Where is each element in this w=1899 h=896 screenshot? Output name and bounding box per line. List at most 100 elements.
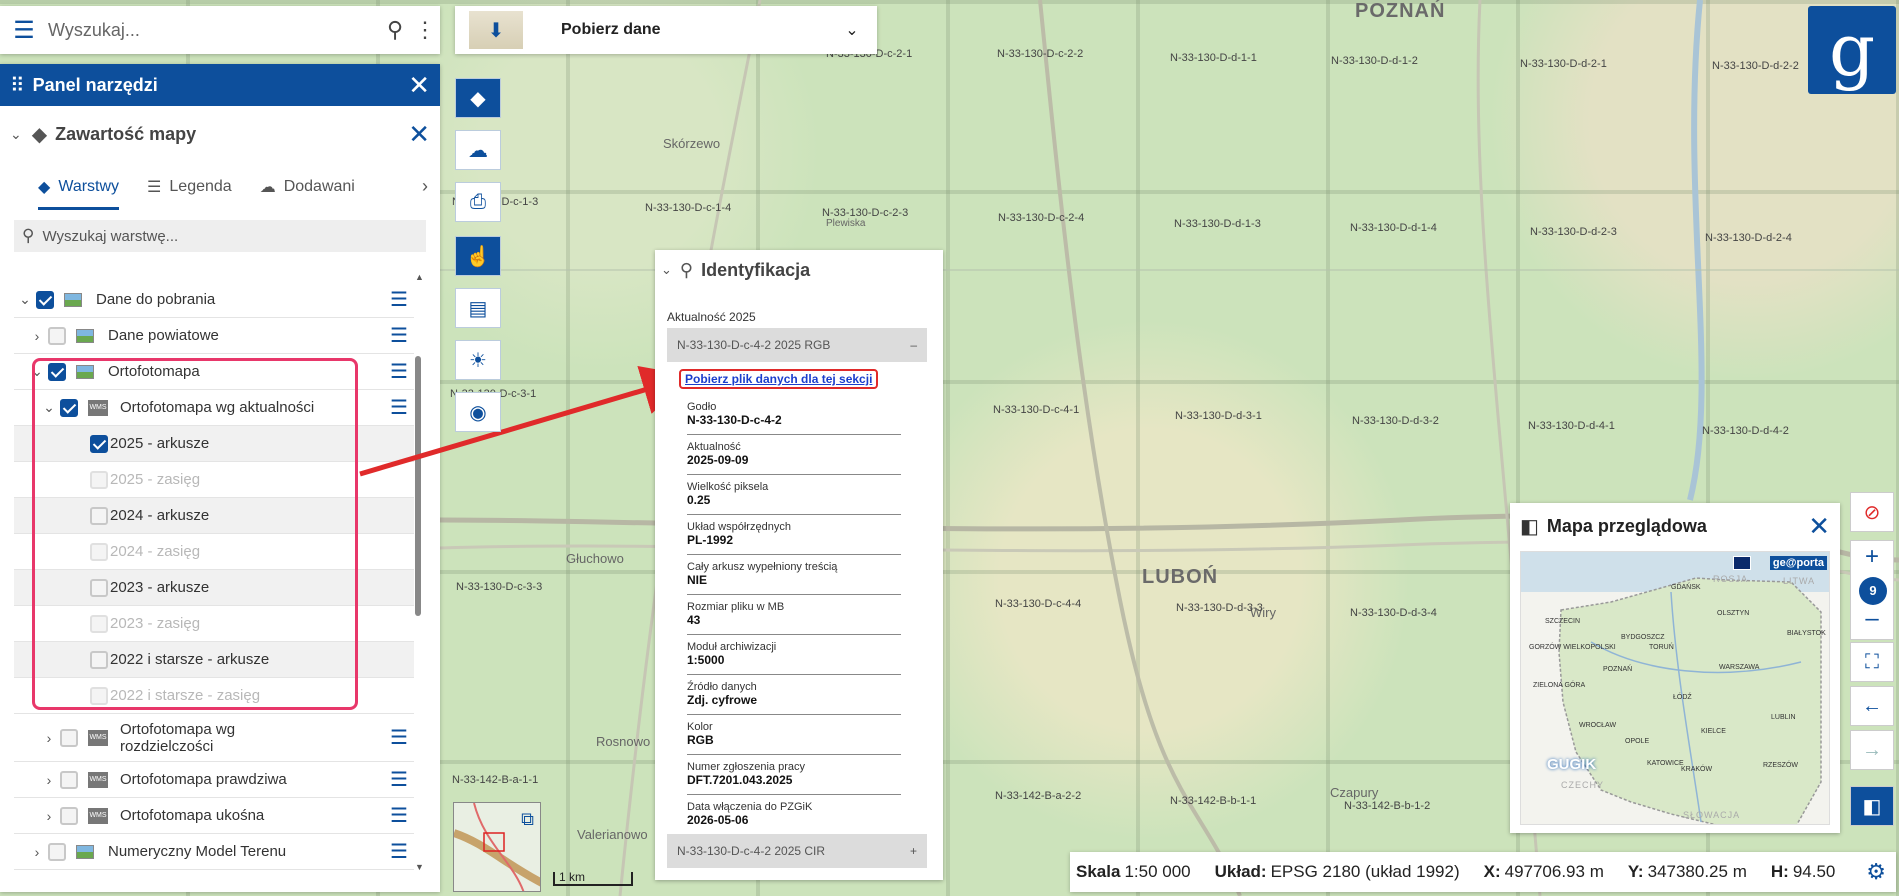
zoom-in-button[interactable]: +	[1851, 543, 1893, 571]
result-field: Wielkość piksela 0.25	[687, 475, 901, 515]
scale-label: Skala	[1076, 862, 1121, 881]
field-key: Moduł archiwizacji	[687, 641, 777, 653]
layers-tool-button[interactable]: ◆	[455, 78, 501, 118]
overview-map-panel: ◧ Mapa przeglądowa ✕ ge@porta ROSJA LITW…	[1510, 503, 1840, 833]
field-value: NIE	[687, 573, 708, 587]
overview-city-label: POZNAŃ	[1603, 666, 1633, 673]
printer-icon: ⎙	[470, 190, 486, 213]
print-tool-button[interactable]: ⎙	[455, 182, 501, 222]
overview-city-label: WARSZAWA	[1719, 664, 1760, 671]
crs-label: Układ:	[1214, 862, 1267, 881]
field-value: PL-1992	[687, 533, 734, 547]
cloud-add-tool-button[interactable]: ☁	[455, 130, 501, 170]
field-value: 2025-09-09	[687, 453, 749, 467]
y-value: 347380.25 m	[1647, 862, 1747, 881]
field-key: Kolor	[687, 721, 713, 733]
identify-tool-button[interactable]: ☝	[455, 236, 501, 276]
field-value: RGB	[687, 733, 714, 747]
zoom-level-badge: 9	[1859, 577, 1887, 605]
scale-readout: Skala 1:50 000	[1076, 862, 1191, 882]
overview-city-label: OPOLE	[1625, 738, 1650, 745]
overview-city-label: GORZÓW WIELKOPOLSKI	[1529, 644, 1616, 651]
x-value: 497706.93 m	[1504, 862, 1604, 881]
overview-city-label: LUBLIN	[1771, 714, 1796, 721]
overview-map-button[interactable]: ◧	[1850, 786, 1894, 826]
h-value: 94.50	[1792, 862, 1836, 881]
download-data-dropdown[interactable]: ⬇ Pobierz dane ⌄	[455, 6, 877, 54]
camera-tool-button[interactable]: ◉	[455, 392, 501, 432]
overview-map-image[interactable]: ge@porta ROSJA LITWA GDAŃSK OLSZTYN SZCZ…	[1520, 551, 1830, 825]
overview-country-label: SŁOWACJA	[1683, 810, 1741, 820]
field-key: Rozmiar pliku w MB	[687, 601, 785, 613]
x-label: X:	[1483, 862, 1501, 881]
overview-city-label: KIELCE	[1701, 728, 1726, 735]
location-off-button[interactable]: ⊘	[1850, 492, 1894, 532]
result-field: Kolor RGB	[687, 715, 901, 755]
clipboard-tool-button[interactable]: ▤	[455, 288, 501, 328]
sun-tool-button[interactable]: ☀	[455, 340, 501, 380]
overview-city-label: ZIELONA GÓRA	[1533, 682, 1586, 689]
overview-viewport-marker[interactable]	[1733, 556, 1751, 570]
pointer-hand-icon: ☝	[465, 245, 491, 268]
chevron-down-icon[interactable]: ⌄	[827, 20, 877, 40]
h-label: H:	[1770, 862, 1789, 881]
forward-button[interactable]: →	[1850, 730, 1894, 770]
minimap[interactable]: ⧉	[453, 802, 541, 892]
field-key: Źródło danych	[687, 681, 757, 693]
y-label: Y:	[1627, 862, 1644, 881]
field-key: Numer zgłoszenia pracy	[687, 761, 805, 773]
geoportal-logo[interactable]: g	[1808, 6, 1896, 94]
scale-bar: 1 km	[553, 871, 633, 886]
camera-icon: ◉	[469, 401, 487, 424]
clipboard-icon: ▤	[468, 297, 488, 320]
field-key: Cały arkusz wypełniony treścią	[687, 561, 838, 573]
fullscreen-icon: ⛶	[1865, 650, 1879, 673]
fullscreen-button[interactable]: ⛶	[1850, 642, 1894, 682]
field-value: Zdj. cyfrowe	[687, 693, 758, 707]
result-field: Rozmiar pliku w MB 43	[687, 595, 901, 635]
field-value: DFT.7201.043.2025	[687, 773, 793, 787]
identification-header[interactable]: ⌄ ⚲ Identyfikacja	[655, 250, 943, 290]
zoom-control: + 9 –	[1850, 540, 1894, 640]
result-accordion-rgb[interactable]: N-33-130-D-c-4-2 2025 RGB –	[667, 328, 927, 362]
download-file-link[interactable]: Pobierz plik danych dla tej sekcji	[679, 369, 879, 389]
result-accordion-cir[interactable]: N-33-130-D-c-4-2 2025 CIR +	[667, 834, 927, 868]
overview-country-label: ROSJA	[1713, 574, 1749, 584]
overview-city-label: SZCZECIN	[1545, 618, 1580, 625]
chevron-down-icon[interactable]: ⌄	[661, 262, 672, 278]
overview-city-label: WROCŁAW	[1579, 722, 1617, 729]
result-field: Moduł archiwizacji 1:5000	[687, 635, 901, 675]
field-key: Wielkość piksela	[687, 481, 769, 493]
result-title: N-33-130-D-c-4-2 2025 CIR	[677, 844, 826, 858]
search-icon: ⚲	[679, 259, 694, 280]
download-icon: ⬇	[469, 11, 523, 49]
field-key: Data włączenia do PZGiK	[687, 801, 813, 813]
open-external-icon[interactable]: ⧉	[521, 809, 534, 830]
result-field: Godło N-33-130-D-c-4-2	[687, 395, 901, 435]
result-field: Numer zgłoszenia pracy DFT.7201.043.2025	[687, 755, 901, 795]
field-key: Układ współrzędnych	[687, 521, 791, 533]
overview-badge: ge@porta	[1769, 556, 1827, 570]
crs-readout[interactable]: Układ: EPSG 2180 (układ 1992)	[1215, 862, 1460, 882]
field-value: 2026-05-06	[687, 813, 749, 827]
gear-icon[interactable]: ⚙	[1866, 859, 1886, 885]
overview-city-label: OLSZTYN	[1717, 610, 1750, 617]
x-readout: X: 497706.93 m	[1484, 862, 1604, 882]
close-overview-icon[interactable]: ✕	[1808, 511, 1830, 542]
result-fields: Godło N-33-130-D-c-4-2 Aktualność 2025-09-…	[687, 395, 901, 835]
field-value: 43	[687, 613, 701, 627]
cloud-add-icon: ☁	[468, 139, 488, 162]
status-bar: Skala 1:50 000 Układ: EPSG 2180 (układ 199…	[1070, 852, 1896, 892]
overview-country-label: CZECHY	[1561, 780, 1605, 790]
overview-header: ◧ Mapa przeglądowa ✕	[1510, 503, 1840, 549]
overview-city-label: BIAŁYSTOK	[1787, 630, 1826, 637]
collapse-icon[interactable]: –	[910, 338, 917, 352]
zoom-out-button[interactable]: –	[1851, 605, 1893, 633]
map-pin-icon: ◧	[1862, 795, 1882, 818]
overview-city-label: ŁÓDŹ	[1673, 694, 1692, 701]
expand-icon[interactable]: +	[910, 844, 917, 858]
field-value: 0.25	[687, 493, 711, 507]
back-button[interactable]: ←	[1850, 686, 1894, 726]
result-field: Data włączenia do PZGiK 2026-05-06	[687, 795, 901, 835]
dropdown-label: Pobierz dane	[561, 21, 661, 38]
